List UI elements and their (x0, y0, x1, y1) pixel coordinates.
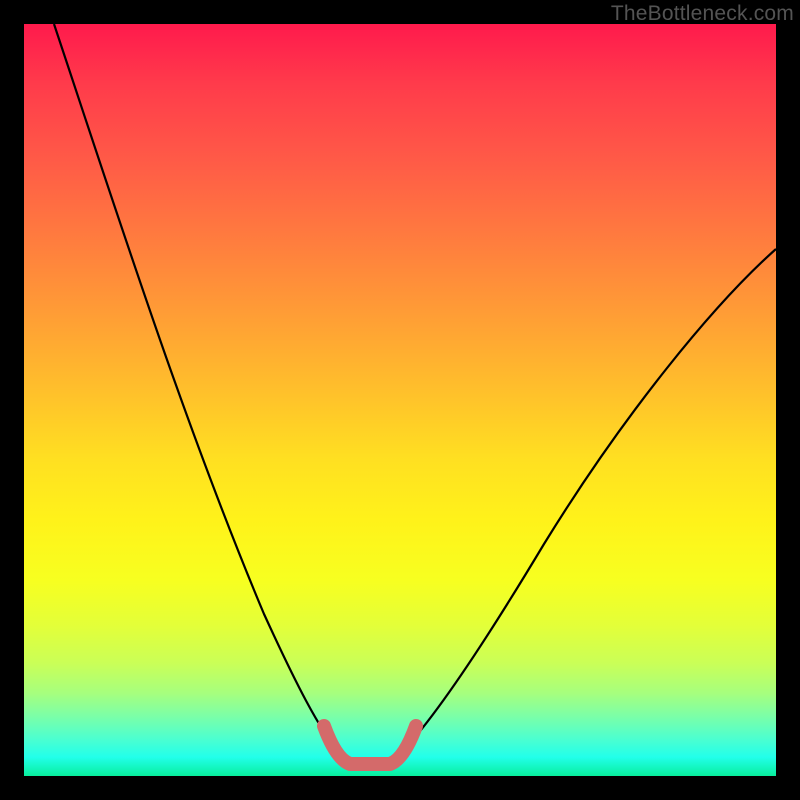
chart-frame: TheBottleneck.com (0, 0, 800, 800)
chart-plot-area (24, 24, 776, 776)
trough-highlight (324, 726, 416, 764)
watermark-text: TheBottleneck.com (611, 2, 794, 26)
curve-left (54, 24, 340, 754)
chart-svg (24, 24, 776, 776)
curve-right (400, 249, 776, 754)
